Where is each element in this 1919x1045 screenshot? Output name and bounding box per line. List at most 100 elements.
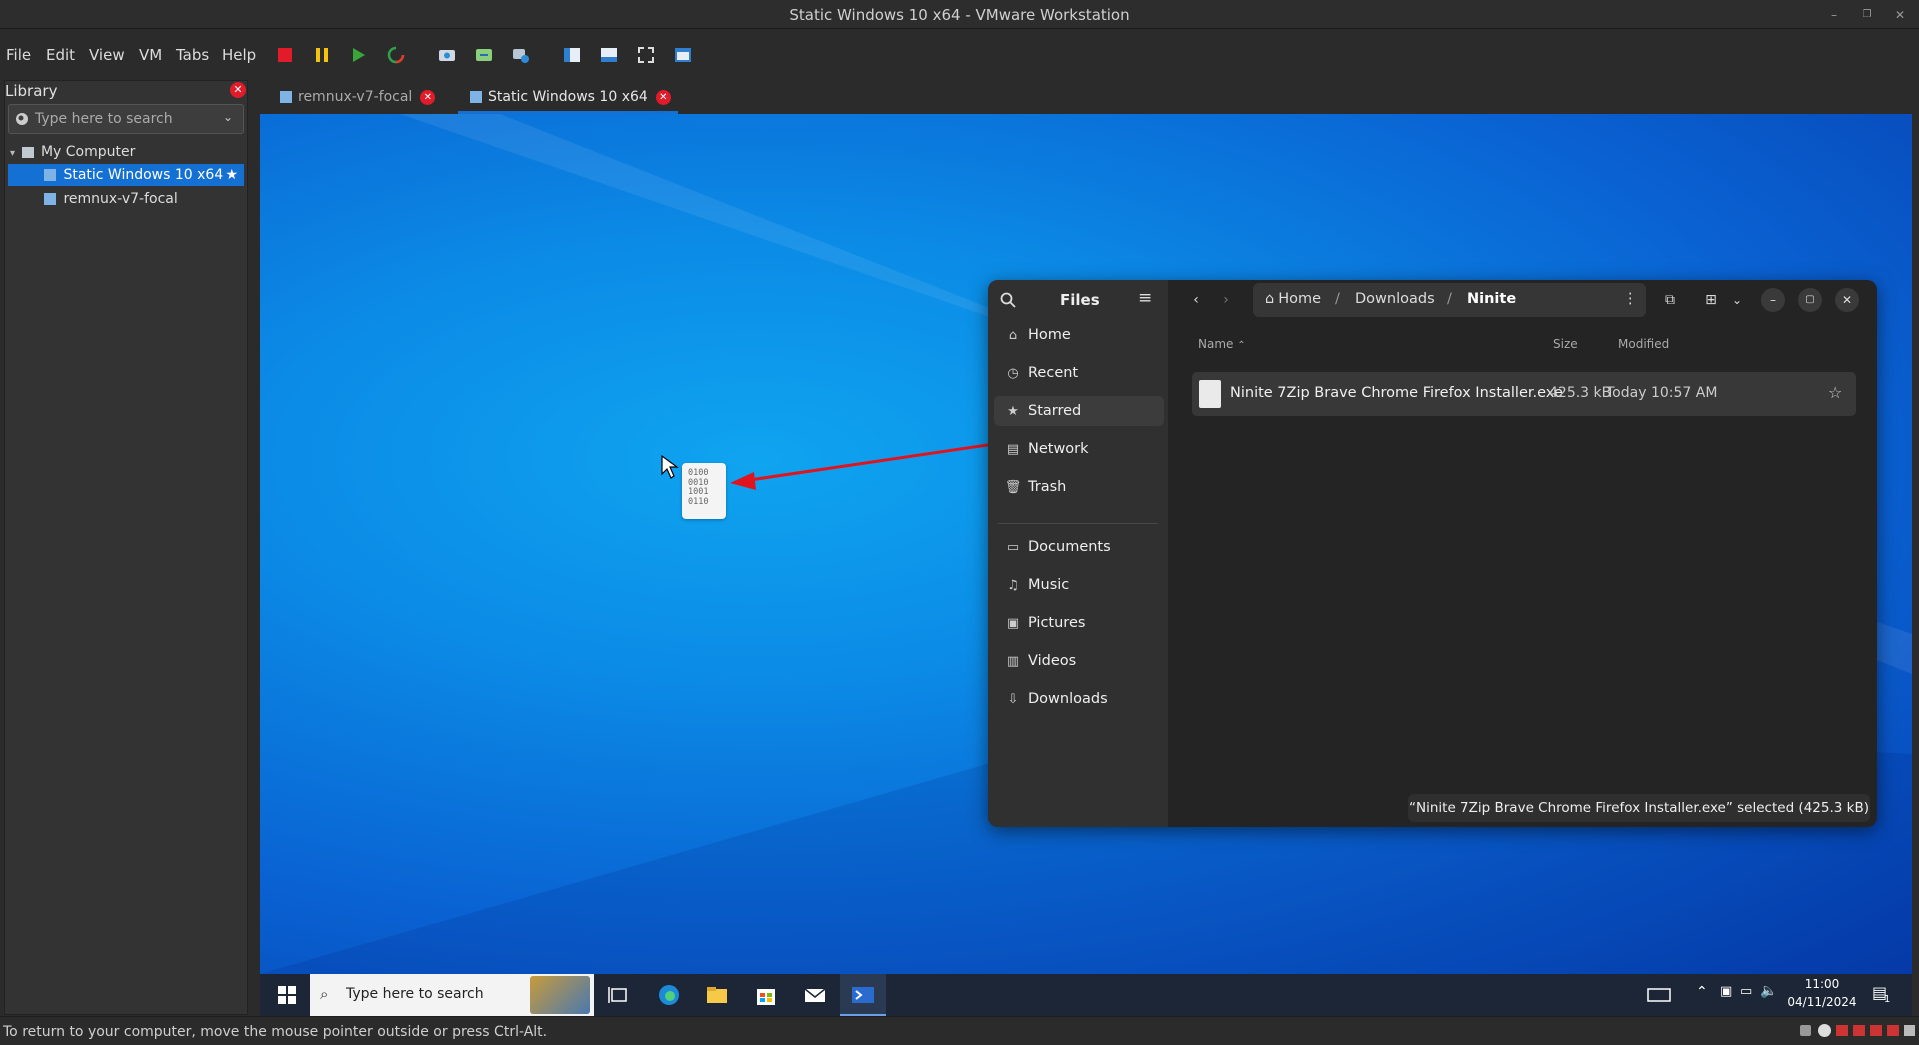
file-modified: Today 10:57 AM xyxy=(1606,385,1718,401)
music-icon: ♫ xyxy=(1007,578,1019,593)
sidebar-item-recent[interactable]: ◷ Recent xyxy=(1004,358,1164,388)
revert-snapshot-icon[interactable] xyxy=(473,44,495,66)
menu-vm[interactable]: VM xyxy=(139,46,162,64)
sidebar-item-trash[interactable]: 🗑 Trash xyxy=(1004,472,1164,502)
file-row[interactable]: Ninite 7Zip Brave Chrome Firefox Install… xyxy=(1192,372,1856,416)
chevron-up-icon[interactable]: ⌃ xyxy=(1696,984,1708,1000)
printer-icon[interactable] xyxy=(1887,1025,1899,1036)
star-toggle-icon[interactable]: ☆ xyxy=(1828,383,1842,402)
menu-file[interactable]: File xyxy=(6,46,31,64)
power-off-icon[interactable] xyxy=(274,44,296,66)
screenshot-view-icon[interactable]: ⧉ xyxy=(1658,288,1682,312)
breadcrumb-ninite[interactable]: Ninite xyxy=(1467,291,1516,307)
sidebar-item-network[interactable]: ▤ Network xyxy=(1004,434,1164,464)
sidebar-item-videos[interactable]: ▥ Videos xyxy=(1004,646,1164,676)
taskbar-search-box[interactable]: ⌕ Type here to search xyxy=(310,974,594,1016)
snapshot-manager-icon[interactable] xyxy=(510,44,532,66)
library-close-icon[interactable]: ✕ xyxy=(230,82,246,98)
sidebar-item-music[interactable]: ♫ Music xyxy=(1004,570,1164,600)
sidebar-item-downloads[interactable]: ⇩ Downloads xyxy=(1004,684,1164,714)
home-icon: ⌂ xyxy=(1265,291,1275,307)
grid-view-icon[interactable]: ⊞ xyxy=(1699,288,1723,312)
device-icon[interactable]: ▣ xyxy=(1720,984,1732,999)
files-window: Files ≡ ⌂ Home ◷ Recent ★ Starred ▤ Network … xyxy=(988,280,1877,827)
windows-start-icon[interactable] xyxy=(274,982,300,1008)
store-icon[interactable] xyxy=(753,982,779,1008)
library-search-input[interactable]: Type here to search ⌄ xyxy=(8,104,244,134)
vm-display[interactable]: 0100 0010 1001 0110 Files ≡ ⌂ Home ◷ Recen… xyxy=(260,114,1912,974)
file-explorer-icon[interactable] xyxy=(704,982,730,1008)
power-on-icon[interactable] xyxy=(347,44,369,66)
back-button[interactable]: ‹ xyxy=(1184,288,1208,312)
edge-browser-icon[interactable] xyxy=(656,982,682,1008)
taskbar-time[interactable]: 11:00 xyxy=(1792,977,1852,991)
show-thumbnail-bar-icon[interactable] xyxy=(598,44,620,66)
sound-card-icon[interactable] xyxy=(1870,1025,1882,1036)
mail-icon[interactable] xyxy=(802,982,828,1008)
volume-icon[interactable]: 🔈 xyxy=(1760,983,1777,999)
breadcrumb: ⌂ Home / Downloads / Ninite ⋮ xyxy=(1253,283,1646,317)
tree-item-remnux[interactable]: remnux-v7-focal xyxy=(44,188,178,210)
sidebar-item-pictures[interactable]: ▣ Pictures xyxy=(1004,608,1164,638)
files-maximize-button[interactable]: ▢ xyxy=(1798,288,1822,312)
network-adapter-icon[interactable] xyxy=(1836,1025,1848,1036)
sidebar-item-home[interactable]: ⌂ Home xyxy=(1004,320,1164,350)
chevron-down-icon[interactable]: ⌄ xyxy=(223,110,233,124)
tab-static-windows[interactable]: Static Windows 10 x64 ✕ xyxy=(458,80,678,114)
show-library-icon[interactable] xyxy=(561,44,583,66)
files-minimize-button[interactable]: – xyxy=(1761,288,1785,312)
snapshot-icon[interactable] xyxy=(436,44,458,66)
tab-close-icon[interactable]: ✕ xyxy=(655,89,671,105)
usb-icon[interactable] xyxy=(1853,1025,1865,1036)
window-title: Static Windows 10 x64 - VMware Workstati… xyxy=(789,6,1130,24)
task-view-icon[interactable] xyxy=(606,982,632,1008)
hard-disk-icon[interactable] xyxy=(1800,1025,1811,1036)
tab-close-icon[interactable]: ✕ xyxy=(420,89,436,105)
breadcrumb-home[interactable]: ⌂ Home xyxy=(1265,291,1321,307)
picture-icon: ▣ xyxy=(1006,616,1020,631)
taskbar-date[interactable]: 04/11/2024 xyxy=(1785,995,1859,1009)
breadcrumb-label: Home xyxy=(1278,291,1322,307)
hamburger-menu-icon[interactable]: ≡ xyxy=(1138,288,1152,308)
files-close-button[interactable]: ✕ xyxy=(1835,288,1859,312)
minimize-button[interactable]: – xyxy=(1826,7,1842,23)
unity-mode-icon[interactable] xyxy=(672,44,694,66)
chevron-down-icon[interactable]: ⌄ xyxy=(1725,288,1749,312)
files-sidebar: Files ≡ ⌂ Home ◷ Recent ★ Starred ▤ Network … xyxy=(988,280,1168,827)
binary-line: 0110 xyxy=(688,496,709,507)
display-icon[interactable] xyxy=(1904,1025,1915,1036)
tree-root-my-computer[interactable]: ▾ My Computer xyxy=(10,141,135,163)
sidebar-item-starred[interactable]: ★ Starred xyxy=(994,396,1164,426)
network-icon: ▤ xyxy=(1006,442,1020,457)
dragged-file-icon[interactable]: 0100 0010 1001 0110 xyxy=(682,463,726,519)
menu-help[interactable]: Help xyxy=(222,46,256,64)
restore-button[interactable]: ❐ xyxy=(1859,7,1875,23)
close-button[interactable]: ✕ xyxy=(1892,7,1908,23)
chevron-down-icon[interactable]: ▾ xyxy=(10,148,15,159)
powershell-taskbar-item[interactable] xyxy=(840,974,886,1016)
search-icon[interactable] xyxy=(1000,292,1016,308)
kebab-menu-icon[interactable]: ⋮ xyxy=(1623,291,1638,307)
vm-icon xyxy=(44,193,56,205)
tab-remnux[interactable]: remnux-v7-focal ✕ xyxy=(280,80,436,114)
tab-label: Static Windows 10 x64 xyxy=(488,89,648,105)
breadcrumb-downloads[interactable]: Downloads xyxy=(1355,291,1435,307)
menu-view[interactable]: View xyxy=(89,46,125,64)
suspend-icon[interactable] xyxy=(311,44,333,66)
cd-drive-icon[interactable] xyxy=(1818,1024,1831,1037)
menu-tabs[interactable]: Tabs xyxy=(176,46,209,64)
forward-button[interactable]: › xyxy=(1214,288,1238,312)
column-header-name[interactable]: Name ⌃ xyxy=(1198,337,1246,351)
network-icon[interactable]: ▭ xyxy=(1740,984,1752,999)
home-icon: ⌂ xyxy=(1008,328,1018,343)
full-screen-icon[interactable] xyxy=(635,44,657,66)
sidebar-item-label: Trash xyxy=(1028,479,1067,495)
sidebar-item-documents[interactable]: ▭ Documents xyxy=(1004,532,1164,562)
reset-icon[interactable] xyxy=(385,44,407,66)
tree-item-static-windows[interactable]: Static Windows 10 x64 ★ xyxy=(8,164,244,186)
favorite-star-icon[interactable]: ★ xyxy=(225,164,238,186)
menu-edit[interactable]: Edit xyxy=(46,46,75,64)
column-header-size[interactable]: Size xyxy=(1553,337,1578,351)
keyboard-input-icon[interactable] xyxy=(1646,982,1672,1008)
column-header-modified[interactable]: Modified xyxy=(1618,337,1669,351)
